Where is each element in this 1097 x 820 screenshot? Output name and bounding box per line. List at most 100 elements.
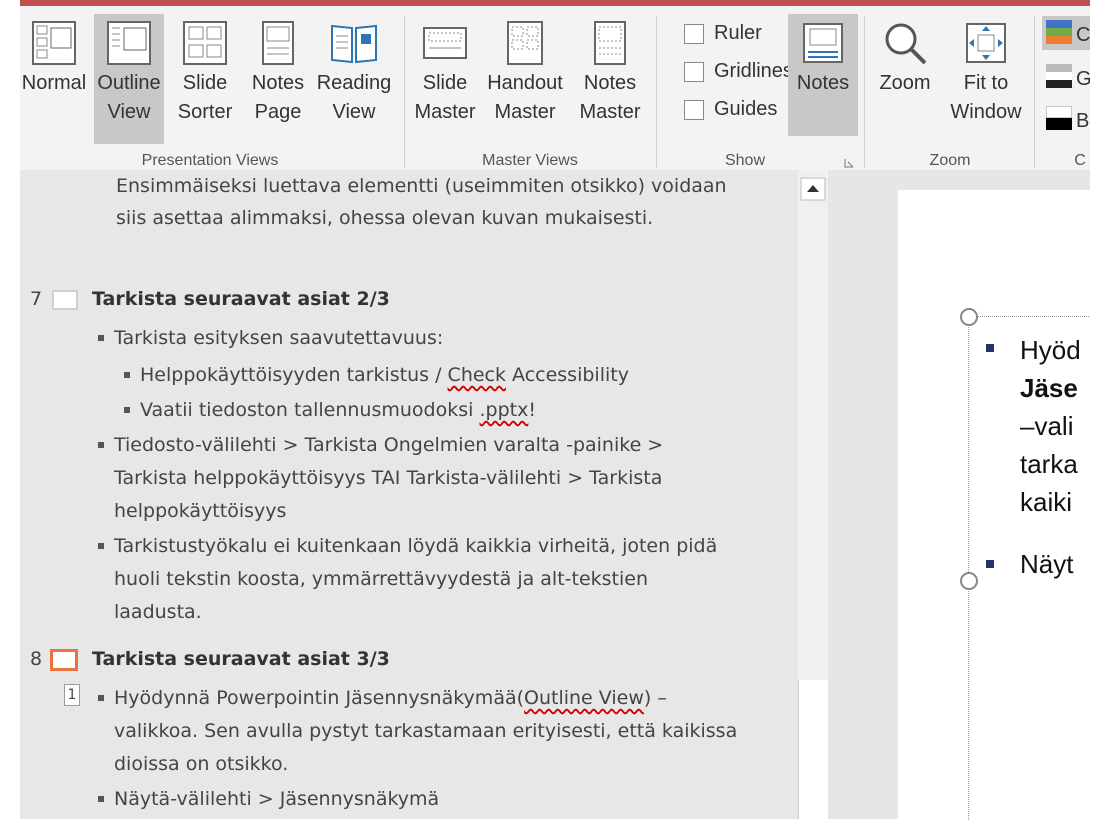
handout-master-label-2: Master (494, 101, 556, 123)
notes-master-label-2: Master (579, 101, 641, 123)
slide-text[interactable]: –vali (1020, 408, 1073, 444)
outline-text[interactable]: siis asettaa alimmaksi, ohessa olevan ku… (116, 202, 653, 234)
notes-master-button[interactable]: Notes Master (572, 14, 648, 144)
outline-text[interactable]: Tiedosto-välilehti > Tarkista Ongelmien … (114, 429, 663, 461)
slide-text[interactable]: Näyt (1020, 546, 1073, 582)
ruler-checkbox-box[interactable] (684, 23, 704, 44)
notes-master-label-1: Notes (583, 72, 637, 94)
spelling-flag: Check (447, 364, 506, 386)
scrollbar-thumb[interactable] (798, 680, 829, 819)
color-group-label: C (1074, 152, 1086, 169)
magnifier-icon (885, 23, 927, 65)
gridlines-label: Gridlines (714, 60, 793, 82)
notes-page-icon (262, 21, 294, 65)
outline-text[interactable]: laadusta. (114, 596, 202, 628)
reading-view-icon (331, 24, 377, 64)
outline-view-label-1: Outline (97, 72, 161, 94)
slide-icon[interactable] (52, 290, 78, 310)
scroll-up-arrow-icon[interactable] (798, 176, 828, 202)
ruler-checkbox[interactable]: Ruler (684, 22, 762, 45)
slide-bullet (986, 560, 994, 568)
slide-title[interactable]: Tarkista seuraavat asiat 3/3 (92, 643, 390, 675)
slide-master-label-1: Slide (422, 72, 468, 94)
guides-checkbox-box[interactable] (684, 99, 704, 120)
slide-text-bold[interactable]: Jäse (1020, 370, 1078, 406)
bullet (98, 335, 104, 341)
slide-sorter-label-2: Sorter (177, 101, 233, 123)
bullet (124, 407, 130, 413)
gridlines-checkbox-box[interactable] (684, 61, 704, 82)
outline-view-label-2: View (107, 101, 151, 123)
slide-sorter-icon (183, 21, 227, 65)
outline-text[interactable]: Helppokäyttöisyyden tarkistus / Check Ac… (140, 359, 629, 391)
slide-text[interactable]: tarka (1020, 446, 1078, 482)
notes-page-button[interactable]: Notes Page (244, 14, 312, 144)
outline-text[interactable]: valikkoa. Sen avulla pystyt tarkastamaan… (114, 715, 737, 747)
handout-master-icon (507, 21, 543, 65)
notes-master-icon (594, 21, 626, 65)
handout-master-button[interactable]: Handout Master (482, 14, 568, 144)
normal-view-button[interactable]: Normal (16, 14, 92, 144)
outline-text[interactable]: Hyödynnä Powerpointin Jäsennysnäkymää(Ou… (114, 682, 667, 714)
slide-sorter-label-1: Slide (182, 72, 228, 94)
outline-text[interactable]: helppokäyttöisyys (114, 495, 286, 527)
zoom-label: Zoom (879, 72, 931, 94)
reading-view-button[interactable]: Reading View (314, 14, 394, 144)
reading-view-label-2: View (332, 101, 376, 123)
outline-view-button[interactable]: Outline View (94, 14, 164, 144)
outline-text-segment: Accessibility (506, 364, 629, 386)
bullet (98, 442, 104, 448)
black-white-swatch-icon (1046, 106, 1072, 130)
outline-text[interactable]: Tarkista esityksen saavutettavuus: (114, 322, 443, 354)
master-views-group-label: Master Views (482, 152, 578, 169)
slide-master-button[interactable]: Slide Master (410, 14, 480, 144)
outline-text[interactable]: Tarkistustyökalu ei kuitenkaan löydä kai… (114, 530, 717, 562)
outline-text[interactable]: Vaatii tiedoston tallennusmuodoksi .pptx… (140, 394, 536, 426)
slide-icon-selected[interactable] (50, 649, 78, 671)
slide-master-label-2: Master (414, 101, 476, 123)
outline-pane[interactable]: Ensimmäiseksi luettava elementti (useimm… (20, 170, 798, 819)
outline-text-segment: Hyödynnä Powerpointin Jäsennysnäkymää( (114, 687, 525, 709)
bullet (98, 695, 104, 701)
fit-to-window-icon (966, 23, 1006, 63)
outline-text[interactable]: Näytä-välilehti > Jäsennysnäkymä (114, 783, 439, 815)
resize-handle[interactable] (960, 572, 978, 590)
outline-text[interactable]: huoli tekstin koosta, ymmärrettävyydestä… (114, 563, 648, 595)
gridlines-checkbox[interactable]: Gridlines (684, 60, 793, 83)
dialog-launcher-icon[interactable] (844, 158, 854, 168)
separator (404, 16, 405, 168)
slide-text[interactable]: Hyöd (1020, 332, 1081, 368)
notes-button[interactable]: Notes (788, 14, 858, 136)
resize-handle[interactable] (960, 308, 978, 326)
slide-sorter-button[interactable]: Slide Sorter (170, 14, 240, 144)
outline-view-icon (107, 21, 151, 65)
outline-text-segment: Vaatii tiedoston tallennusmuodoksi (140, 399, 480, 421)
guides-checkbox[interactable]: Guides (684, 98, 777, 121)
color-swatch-icon (1046, 20, 1072, 44)
spelling-flag: Outline View (524, 687, 644, 709)
notes-icon (803, 23, 843, 63)
notes-page-label-2: Page (254, 101, 302, 123)
outline-level-indicator: 1 (64, 684, 80, 706)
separator (864, 16, 865, 168)
separator (1034, 16, 1035, 168)
presentation-views-group-label: Presentation Views (141, 152, 279, 169)
slide-title[interactable]: Tarkista seuraavat asiat 2/3 (92, 283, 390, 315)
outline-text[interactable]: Ensimmäiseksi luettava elementti (useimm… (116, 170, 727, 202)
bullet (124, 372, 130, 378)
slide-text[interactable]: kaiki (1020, 484, 1072, 520)
zoom-button[interactable]: Zoom (868, 14, 942, 144)
normal-view-icon (32, 21, 76, 65)
black-white-label[interactable]: B (1076, 110, 1089, 133)
slide-number: 7 (30, 288, 43, 310)
zoom-group-label: Zoom (929, 152, 971, 169)
outline-text[interactable]: Tarkista helppokäyttöisyys TAI Tarkista-… (114, 462, 662, 494)
fit-to-window-label-2: Window (950, 101, 1022, 123)
outline-text-segment: ) – (643, 687, 667, 709)
fit-to-window-button[interactable]: Fit to Window (946, 14, 1026, 144)
reading-view-label-1: Reading (316, 72, 392, 94)
slide-number: 8 (30, 648, 43, 670)
outline-text[interactable]: dioissa on otsikko. (114, 748, 288, 780)
notes-label: Notes (796, 72, 850, 94)
grayscale-swatch-icon (1046, 64, 1072, 88)
